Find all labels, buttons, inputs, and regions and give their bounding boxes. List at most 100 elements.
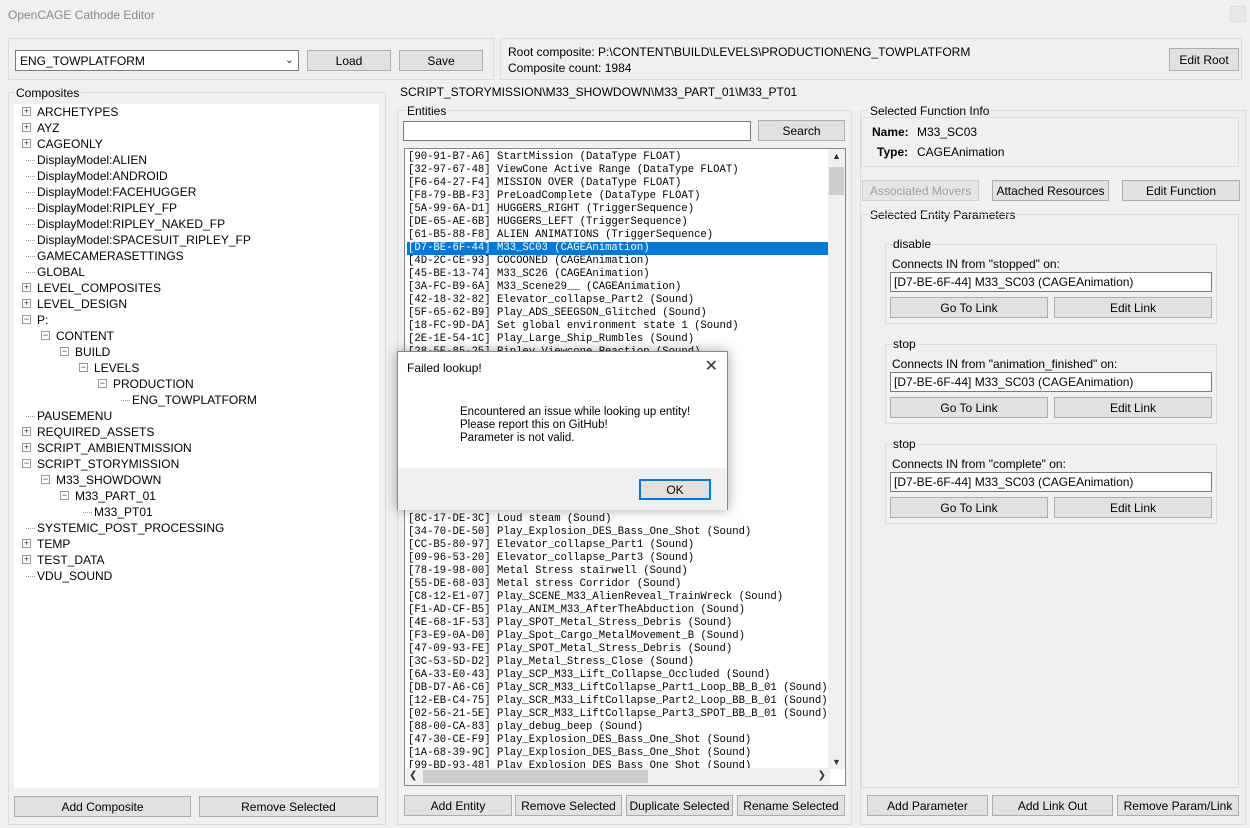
list-item[interactable]: [DE-65-AE-6B] HUGGERS_LEFT (TriggerSeque…: [407, 216, 829, 229]
attached-resources-button[interactable]: Attached Resources: [992, 180, 1109, 201]
tree-item[interactable]: AYZ: [37, 120, 59, 136]
tree-expand-icon[interactable]: +: [22, 139, 31, 148]
list-item[interactable]: [4E-68-1F-53] Play_SPOT_Metal_Stress_Deb…: [407, 617, 829, 630]
save-button[interactable]: Save: [399, 50, 483, 71]
tree-expand-icon[interactable]: +: [22, 555, 31, 564]
tree-collapse-icon[interactable]: −: [41, 475, 50, 484]
entities-vscrollbar[interactable]: ▲ ▼: [828, 149, 845, 769]
level-select-combo[interactable]: ENG_TOWPLATFORM ⌄: [15, 50, 299, 71]
entities-hscrollbar[interactable]: ❮ ❯: [405, 768, 830, 785]
tree-item[interactable]: GAMECAMERASETTINGS: [37, 248, 184, 264]
tree-expand-icon[interactable]: +: [22, 283, 31, 292]
go-to-link-button[interactable]: Go To Link: [890, 397, 1048, 418]
tree-collapse-icon[interactable]: −: [79, 363, 88, 372]
rename-entity-button[interactable]: Rename Selected: [737, 795, 845, 816]
scroll-thumb[interactable]: [829, 167, 844, 195]
list-item[interactable]: [6A-33-E0-43] Play_SCP_M33_Lift_Collapse…: [407, 669, 829, 682]
list-item[interactable]: [42-18-32-82] Elevator_collapse_Part2 (S…: [407, 294, 829, 307]
tree-item[interactable]: PRODUCTION: [113, 376, 194, 392]
list-item[interactable]: [C8-12-E1-07] Play_SCENE_M33_AlienReveal…: [407, 591, 829, 604]
list-item[interactable]: [32-97-67-48] ViewCone Active Range (Dat…: [407, 164, 829, 177]
list-item[interactable]: [F6-64-27-F4] MISSION OVER (DataType FLO…: [407, 177, 829, 190]
search-button[interactable]: Search: [758, 120, 845, 141]
tree-expand-icon[interactable]: +: [22, 443, 31, 452]
close-icon[interactable]: [1230, 6, 1246, 22]
list-item-selected[interactable]: [D7-BE-6F-44] M33_SC03 (CAGEAnimation): [407, 242, 829, 255]
list-item[interactable]: [4D-2C-CE-93] COCOONED (CAGEAnimation): [407, 255, 829, 268]
list-item[interactable]: [5F-65-62-B9] Play_ADS_SEEGSON_Glitched …: [407, 307, 829, 320]
entity-search-input[interactable]: [403, 121, 751, 141]
list-item[interactable]: [F3-E9-0A-D0] Play_Spot_Cargo_MetalMovem…: [407, 630, 829, 643]
param-link-field[interactable]: [D7-BE-6F-44] M33_SC03 (CAGEAnimation): [890, 272, 1212, 292]
tree-item[interactable]: VDU_SOUND: [37, 568, 112, 584]
list-item[interactable]: [2E-1E-54-1C] Play_Large_Ship_Rumbles (S…: [407, 333, 829, 346]
tree-collapse-icon[interactable]: −: [98, 379, 107, 388]
list-item[interactable]: [90-91-B7-A6] StartMission (DataType FLO…: [407, 151, 829, 164]
tree-expand-icon[interactable]: +: [22, 539, 31, 548]
list-item[interactable]: [88-00-CA-83] play_debug_beep (Sound): [407, 721, 829, 734]
tree-expand-icon[interactable]: +: [22, 107, 31, 116]
list-item[interactable]: [34-70-DE-50] Play_Explosion_DES_Bass_On…: [407, 526, 829, 539]
go-to-link-button[interactable]: Go To Link: [890, 497, 1048, 518]
param-link-field[interactable]: [D7-BE-6F-44] M33_SC03 (CAGEAnimation): [890, 472, 1212, 492]
tree-item[interactable]: CONTENT: [56, 328, 114, 344]
tree-expand-icon[interactable]: +: [22, 123, 31, 132]
composites-tree[interactable]: + ARCHETYPES + AYZ + CAGEONLY DisplayModel:ALI…: [14, 104, 379, 788]
list-item[interactable]: [12-EB-C4-75] Play_SCR_M33_LiftCollapse_…: [407, 695, 829, 708]
dialog-close-icon[interactable]: ✕: [705, 356, 718, 376]
scroll-left-icon[interactable]: ❮: [409, 770, 417, 781]
list-item[interactable]: [5A-99-6A-D1] HUGGERS_RIGHT (TriggerSequ…: [407, 203, 829, 216]
tree-item[interactable]: GLOBAL: [37, 264, 85, 280]
edit-root-button[interactable]: Edit Root: [1169, 48, 1239, 71]
tree-item[interactable]: PAUSEMENU: [37, 408, 112, 424]
list-item[interactable]: [09-96-53-20] Elevator_collapse_Part3 (S…: [407, 552, 829, 565]
load-button[interactable]: Load: [307, 50, 391, 71]
tree-collapse-icon[interactable]: −: [60, 347, 69, 356]
tree-item[interactable]: LEVELS: [94, 360, 139, 376]
hscroll-thumb[interactable]: [423, 770, 648, 783]
tree-collapse-icon[interactable]: −: [22, 315, 31, 324]
tree-item[interactable]: M33_SHOWDOWN: [56, 472, 161, 488]
tree-collapse-icon[interactable]: −: [22, 459, 31, 468]
duplicate-entity-button[interactable]: Duplicate Selected: [626, 795, 733, 816]
list-item[interactable]: [3A-FC-B9-6A] M33_Scene29__ (CAGEAnimati…: [407, 281, 829, 294]
list-item[interactable]: [02-56-21-5E] Play_SCR_M33_LiftCollapse_…: [407, 708, 829, 721]
list-item[interactable]: [47-09-93-FE] Play_SPOT_Metal_Stress_Deb…: [407, 643, 829, 656]
list-item[interactable]: [78-19-98-00] Metal Stress stairwell (So…: [407, 565, 829, 578]
scroll-down-icon[interactable]: ▼: [832, 757, 841, 767]
tree-item[interactable]: SYSTEMIC_POST_PROCESSING: [37, 520, 224, 536]
tree-item[interactable]: TEST_DATA: [37, 552, 105, 568]
list-item[interactable]: [45-BE-13-74] M33_SC26 (CAGEAnimation): [407, 268, 829, 281]
tree-item[interactable]: ARCHETYPES: [37, 104, 118, 120]
tree-item[interactable]: DisplayModel:ANDROID: [37, 168, 168, 184]
add-entity-button[interactable]: Add Entity: [404, 795, 512, 816]
tree-item[interactable]: DisplayModel:SPACESUIT_RIPLEY_FP: [37, 232, 251, 248]
list-item[interactable]: [8C-17-DE-3C] Loud steam (Sound): [407, 513, 829, 526]
tree-item[interactable]: DisplayModel:RIPLEY_FP: [37, 200, 177, 216]
remove-param-link-button[interactable]: Remove Param/Link: [1117, 795, 1239, 816]
param-link-field[interactable]: [D7-BE-6F-44] M33_SC03 (CAGEAnimation): [890, 372, 1212, 392]
list-item[interactable]: [47-30-CE-F9] Play_Explosion_DES_Bass_On…: [407, 734, 829, 747]
tree-item[interactable]: CAGEONLY: [37, 136, 103, 152]
list-item[interactable]: [3C-53-5D-D2] Play_Metal_Stress_Close (S…: [407, 656, 829, 669]
tree-item[interactable]: P:: [37, 312, 48, 328]
tree-item[interactable]: DisplayModel:RIPLEY_NAKED_FP: [37, 216, 225, 232]
list-item[interactable]: [DB-D7-A6-C6] Play_SCR_M33_LiftCollapse_…: [407, 682, 829, 695]
tree-item[interactable]: TEMP: [37, 536, 70, 552]
tree-expand-icon[interactable]: +: [22, 299, 31, 308]
edit-function-button[interactable]: Edit Function: [1122, 180, 1240, 201]
ok-button[interactable]: OK: [639, 479, 711, 500]
associated-movers-button[interactable]: Associated Movers: [862, 180, 979, 201]
edit-link-button[interactable]: Edit Link: [1054, 297, 1212, 318]
edit-link-button[interactable]: Edit Link: [1054, 397, 1212, 418]
tree-item[interactable]: ENG_TOWPLATFORM: [132, 392, 257, 408]
tree-item[interactable]: DisplayModel:ALIEN: [37, 152, 147, 168]
tree-item[interactable]: BUILD: [75, 344, 110, 360]
go-to-link-button[interactable]: Go To Link: [890, 297, 1048, 318]
tree-item[interactable]: SCRIPT_STORYMISSION: [37, 456, 179, 472]
tree-item[interactable]: M33_PT01: [94, 504, 153, 520]
list-item[interactable]: [F1-AD-CF-B5] Play_ANIM_M33_AfterTheAbdu…: [407, 604, 829, 617]
remove-entity-button[interactable]: Remove Selected: [515, 795, 622, 816]
tree-collapse-icon[interactable]: −: [41, 331, 50, 340]
tree-item[interactable]: LEVEL_COMPOSITES: [37, 280, 161, 296]
